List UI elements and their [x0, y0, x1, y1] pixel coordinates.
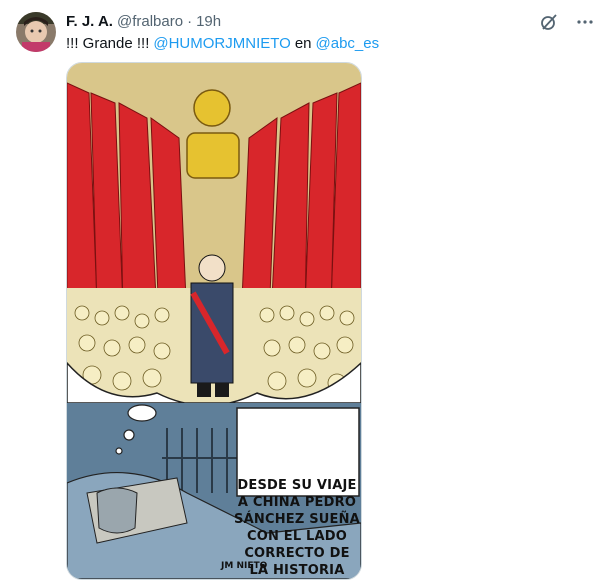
more-icon[interactable]	[575, 12, 595, 37]
separator: ·	[187, 13, 193, 30]
timestamp[interactable]: 19h	[196, 12, 221, 32]
tweet: F. J. A. @fralbaro · 19h !!! Grande !!! …	[0, 0, 609, 580]
grok-icon[interactable]	[539, 12, 559, 37]
tweet-header: F. J. A. @fralbaro · 19h	[66, 12, 221, 32]
tweet-actions	[539, 12, 595, 37]
text-prefix: !!! Grande !!!	[66, 35, 150, 52]
mention-link[interactable]: @HUMORJMNIETO	[153, 34, 290, 54]
cartoon-signature: JM NIETO	[221, 561, 268, 571]
text-mid: en	[294, 35, 312, 52]
tweet-text: !!! Grande !!! @HUMORJMNIETO en @abc_es	[66, 34, 379, 54]
avatar[interactable]	[16, 12, 56, 52]
author-name[interactable]: F. J. A.	[66, 12, 113, 32]
tweet-image[interactable]: DESDE SU VIAJE A CHINA PEDRO SÁNCHEZ SUE…	[66, 62, 362, 580]
author-handle[interactable]: @fralbaro	[117, 12, 183, 32]
mention-link[interactable]: @abc_es	[316, 34, 380, 54]
